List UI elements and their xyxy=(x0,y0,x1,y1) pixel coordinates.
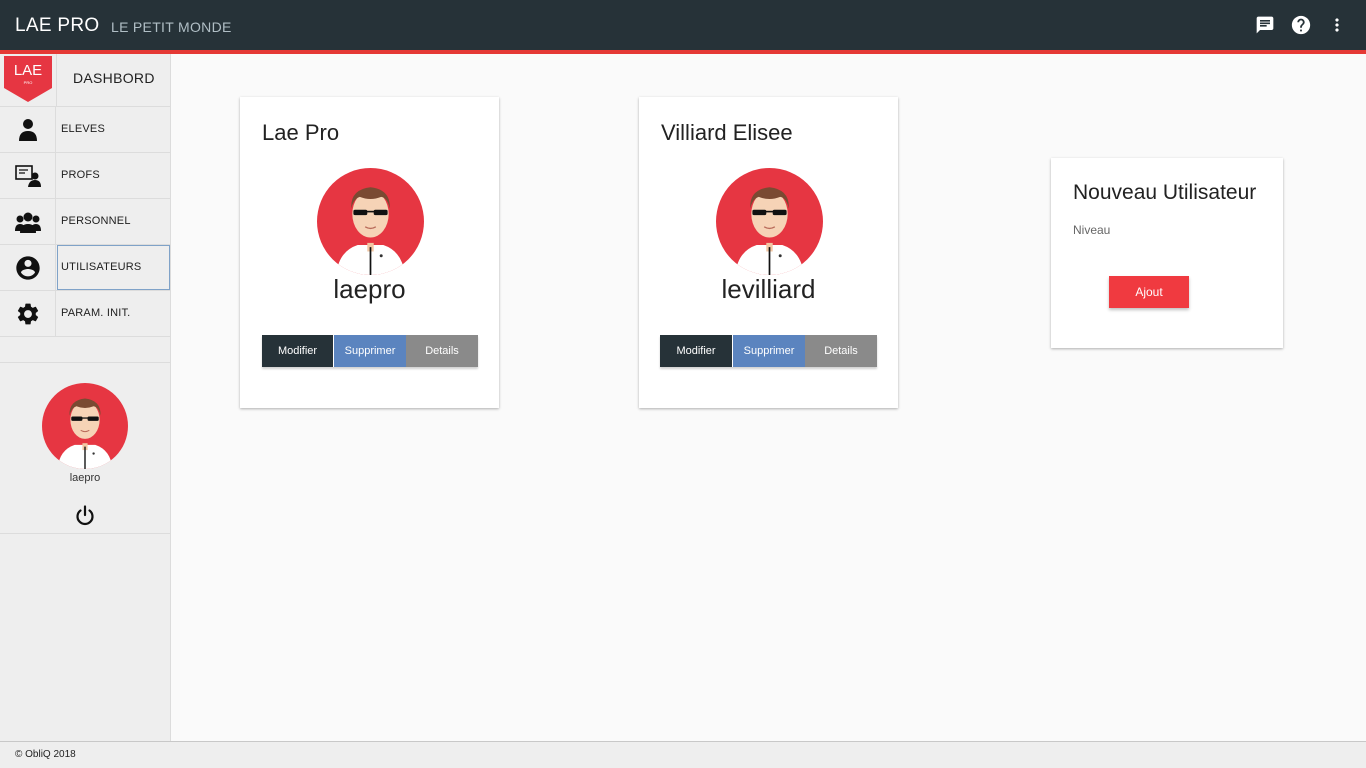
app-title: LAE PRO xyxy=(15,15,100,36)
modify-button[interactable]: Modifier xyxy=(262,335,333,367)
sidebar-item-param-init[interactable]: PARAM. INIT. xyxy=(0,290,170,336)
user-card: Lae Pro laepro Modifier Supprimer Detail… xyxy=(240,97,499,408)
sidebar: LAE PRO DASHBORD ELEVES PROFS PERSONNEL … xyxy=(0,54,171,742)
avatar[interactable] xyxy=(42,383,128,469)
user-full-name: Lae Pro xyxy=(262,120,340,145)
sidebar-item-label: UTILISATEURS xyxy=(61,261,142,273)
sidebar-user-panel: laepro xyxy=(0,362,170,534)
sidebar-item-utilisateurs[interactable]: UTILISATEURS xyxy=(0,244,170,290)
level-label: Niveau xyxy=(1073,223,1111,237)
account-circle-icon xyxy=(0,245,56,290)
user-actions: Modifier Supprimer Details xyxy=(660,335,877,367)
logo-text: LAE xyxy=(14,62,42,79)
top-actions xyxy=(1254,14,1348,36)
group-icon xyxy=(0,199,56,244)
new-user-card: Nouveau Utilisateur Niveau Ajout xyxy=(1051,158,1283,348)
top-app-bar: LAE PRO LE PETIT MONDE xyxy=(0,0,1366,50)
chat-icon[interactable] xyxy=(1254,14,1276,36)
more-vert-icon[interactable] xyxy=(1326,14,1348,36)
help-icon[interactable] xyxy=(1290,14,1312,36)
user-full-name: Villiard Elisee xyxy=(661,120,793,145)
teacher-icon xyxy=(0,153,56,198)
current-user-name: laepro xyxy=(69,472,101,484)
sidebar-item-label: ELEVES xyxy=(61,123,106,135)
sidebar-item-label: PARAM. INIT. xyxy=(61,307,131,319)
sidebar-item-personnel[interactable]: PERSONNEL xyxy=(0,198,170,244)
student-icon xyxy=(0,107,56,152)
app-subtitle: LE PETIT MONDE xyxy=(111,19,232,35)
add-user-button[interactable]: Ajout xyxy=(1109,276,1189,308)
details-button[interactable]: Details xyxy=(805,335,877,367)
sidebar-item-label: PERSONNEL xyxy=(61,215,131,227)
sidebar-item-profs[interactable]: PROFS xyxy=(0,152,170,198)
copyright-text: © ObliQ 2018 xyxy=(15,749,76,760)
user-login: laepro xyxy=(333,274,406,304)
gear-icon xyxy=(0,291,56,336)
sidebar-item-eleves[interactable]: ELEVES xyxy=(0,106,170,152)
details-button[interactable]: Details xyxy=(406,335,478,367)
delete-button[interactable]: Supprimer xyxy=(334,335,406,367)
footer: © ObliQ 2018 xyxy=(0,741,1366,768)
sidebar-dashboard-link[interactable]: DASHBORD xyxy=(73,70,155,86)
avatar xyxy=(716,168,823,275)
new-user-title: Nouveau Utilisateur xyxy=(1073,181,1257,204)
sidebar-item-label: PROFS xyxy=(61,169,100,181)
user-login: levilliard xyxy=(721,274,816,304)
delete-button[interactable]: Supprimer xyxy=(733,335,805,367)
power-icon[interactable] xyxy=(73,504,97,528)
avatar xyxy=(317,168,424,275)
user-actions: Modifier Supprimer Details xyxy=(262,335,478,367)
sidebar-header: LAE PRO DASHBORD xyxy=(0,54,170,106)
user-card: Villiard Elisee levilliard Modifier Supp… xyxy=(639,97,898,408)
modify-button[interactable]: Modifier xyxy=(660,335,732,367)
logo-subtext: PRO xyxy=(24,80,33,85)
app-logo[interactable]: LAE PRO xyxy=(4,56,52,102)
header-accent-stripe xyxy=(0,50,1366,54)
